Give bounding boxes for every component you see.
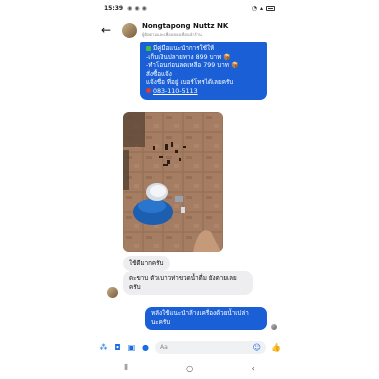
chat-notification-icon: ◉ — [127, 4, 133, 12]
notification-icons: ◉ ◉ ◉ — [127, 5, 147, 12]
package-emoji-icon: 📦 — [230, 62, 239, 70]
received-message-1[interactable]: ใช้ดีมากครับ — [123, 256, 170, 271]
gallery-icon[interactable]: ▣ — [127, 343, 136, 352]
like-thumb-icon[interactable]: 👍 — [271, 343, 281, 352]
message-input[interactable]: Aa ☺ — [155, 340, 266, 354]
promo-line-3: -ทำโอนก่อนลดเหลือ 799 บาท 📦 — [146, 62, 239, 70]
check-emoji-icon — [146, 45, 151, 51]
seen-indicator-avatar — [271, 324, 277, 330]
battery-icon — [266, 5, 275, 11]
promo-line-2: -เก็บเงินปลายทาง 899 บาท 📦 — [146, 53, 232, 61]
status-right-icons: ◔ ▴ — [252, 5, 275, 12]
promo-phone-line: 083-110-5113 — [146, 88, 261, 97]
back-nav-icon[interactable]: ‹ — [252, 364, 255, 373]
sent-reply-line-1: หลังใช้แนะนำล้างเครื่องด้วยน้ำเปล่า — [151, 310, 249, 317]
contact-subtitle: ผู้ติดตามและเพื่อนของเพื่อนนำร้าน — [142, 32, 202, 37]
contact-avatar[interactable] — [122, 22, 137, 38]
status-bar: 15:39 ◉ ◉ ◉ ◔ ▴ — [95, 0, 284, 16]
sent-reply-line-2: นะครับ — [151, 318, 171, 326]
microphone-icon[interactable]: ● — [141, 343, 150, 352]
line-notification-icon: ◉ — [141, 4, 147, 12]
status-time: 15:39 — [104, 4, 124, 12]
received-photo[interactable] — [123, 112, 223, 252]
sent-reply-message[interactable]: หลังใช้แนะนำล้างเครื่องด้วยน้ำเปล่า นะคร… — [145, 307, 267, 331]
sent-promo-message[interactable]: มีคู่มือแนะนำการใช้ให้ -เก็บเงินปลายทาง … — [140, 42, 267, 100]
package-emoji-icon: 📦 — [223, 53, 232, 61]
received-message-2-line-2: ครับ — [129, 284, 141, 291]
chat-header: ← Nongtapong Nuttz NK ผู้ติดตามและเพื่อน… — [95, 17, 284, 43]
contact-avatar-small[interactable] — [107, 287, 118, 298]
message-input-placeholder: Aa — [160, 343, 168, 351]
received-message-1-text: ใช้ดีมากครับ — [129, 260, 164, 267]
promo-line-5: แจ้งชื่อ ที่อยู่ เบอร์โทรได้เลยครับ — [146, 79, 234, 87]
messenger-chat-screen: 15:39 ◉ ◉ ◉ ◔ ▴ ← Nongtapong Nuttz NK ผู… — [95, 0, 284, 379]
camera-icon[interactable]: ◘ — [113, 343, 122, 352]
home-icon[interactable]: ○ — [186, 364, 193, 373]
phone-emoji-icon — [146, 88, 151, 94]
promo-line-1: มีคู่มือแนะนำการใช้ให้ — [146, 45, 261, 54]
emoji-icon[interactable]: ☺ — [253, 343, 261, 352]
message-composer: ⁂ ◘ ▣ ● Aa ☺ 👍 — [95, 338, 284, 356]
floor-centipede-photo-icon — [123, 112, 223, 252]
contact-name: Nongtapong Nuttz NK — [142, 22, 229, 30]
signal-icon: ▴ — [259, 4, 263, 12]
more-apps-icon[interactable]: ⁂ — [99, 343, 108, 352]
wifi-icon: ◔ — [251, 4, 257, 12]
received-message-2[interactable]: ตะขาบ ตัวเบาวท่าขวดน้ำดื่ม ยังตายเลย ครั… — [123, 271, 253, 295]
recent-apps-icon[interactable]: ⦀ — [124, 363, 128, 373]
messenger-notification-icon: ◉ — [134, 4, 140, 12]
received-message-2-line-1: ตะขาบ ตัวเบาวท่าขวดน้ำดื่ม ยังตายเลย — [129, 275, 237, 282]
contact-info[interactable]: Nongtapong Nuttz NK ผู้ติดตามและเพื่อนขอ… — [142, 22, 228, 38]
phone-number-link[interactable]: 083-110-5113 — [153, 88, 198, 95]
android-nav-bar: ⦀ ○ ‹ — [95, 358, 284, 378]
back-arrow-icon[interactable]: ← — [101, 24, 117, 36]
